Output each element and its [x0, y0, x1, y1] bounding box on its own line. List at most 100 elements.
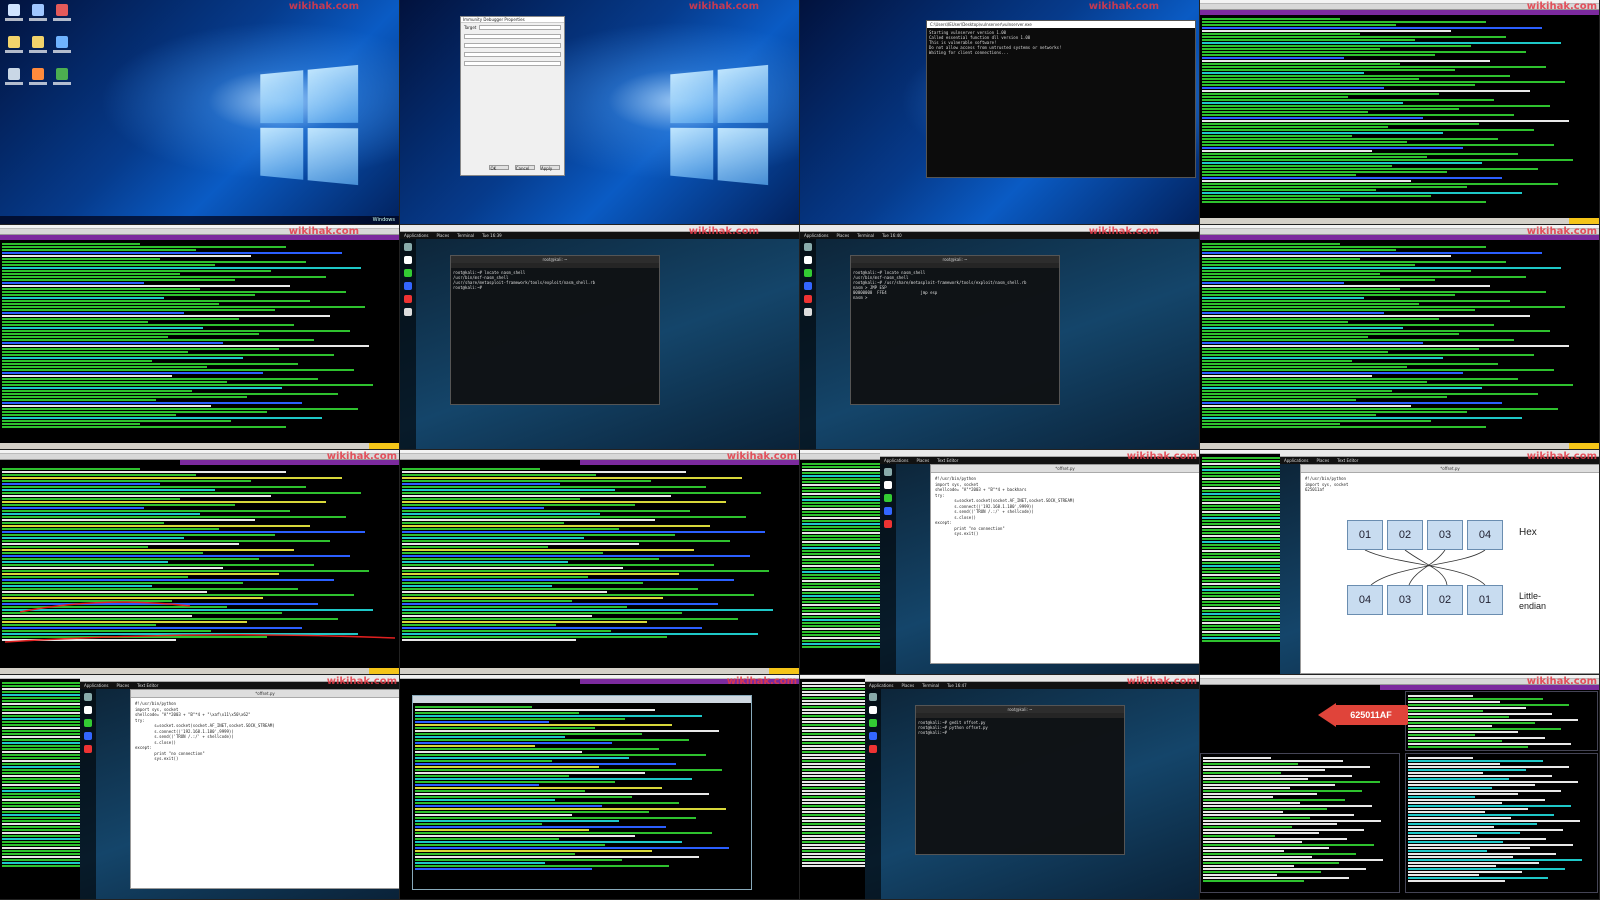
log-line: [1203, 841, 1302, 843]
log-line: [2, 546, 149, 548]
log-line: [1202, 117, 1424, 119]
log-line: [2, 420, 232, 422]
log-line: [2, 255, 251, 257]
kali-dock[interactable]: [865, 689, 881, 899]
log-line: [402, 636, 667, 638]
desktop-icon-recycle[interactable]: [4, 68, 24, 94]
log-line: [1408, 835, 1478, 837]
desktop-icon-files[interactable]: [4, 36, 24, 62]
log-line: [2, 549, 295, 551]
start-in-field[interactable]: [464, 34, 561, 39]
comment-field[interactable]: [464, 61, 561, 66]
log-line: [1202, 141, 1408, 143]
log-line: [2, 351, 188, 353]
kali-dock[interactable]: [80, 689, 96, 899]
log-line: [1202, 60, 1491, 62]
clock: Tue 16:40: [882, 233, 902, 238]
text-line: 625011af: [1305, 487, 1325, 492]
log-line: [2, 555, 350, 557]
log-line: [2, 294, 255, 296]
desktop-icon-firefox[interactable]: [28, 68, 48, 94]
log-line: [415, 781, 616, 783]
log-line: [415, 808, 726, 810]
log-line: [1202, 30, 1451, 32]
log-line: [415, 754, 706, 756]
log-line: [1202, 129, 1534, 131]
terminal-window[interactable]: root@kali: ~ root@kali:~# locate nasm_sh…: [850, 255, 1060, 405]
log-line: [402, 573, 679, 575]
log-line: [1203, 763, 1299, 765]
desktop-icon-debugger[interactable]: [52, 4, 72, 30]
log-line: [1202, 312, 1384, 314]
log-line: [402, 582, 643, 584]
apply-button[interactable]: Apply: [540, 165, 560, 171]
vulnserver-console-window[interactable]: C:\Users\IEUser\Desktop\vulnserver\vulns…: [926, 20, 1196, 178]
log-line: [415, 859, 623, 861]
editor-code[interactable]: #!/usr/bin/python import sys, socket shell…: [131, 698, 399, 765]
desktop-icon-security[interactable]: [28, 4, 48, 30]
log-line: [2, 471, 287, 473]
log-line: [1408, 853, 1556, 855]
watermark: wikihak.com: [326, 676, 397, 687]
log-line: [1203, 838, 1347, 840]
log-line: [1202, 120, 1570, 122]
log-line: [2, 513, 200, 515]
target-field[interactable]: [479, 25, 561, 30]
shortcut-key-field[interactable]: [464, 43, 561, 48]
log-line: [402, 513, 600, 515]
log-line: [1202, 84, 1475, 86]
desktop-icon-network[interactable]: [52, 36, 72, 62]
log-line: [1408, 868, 1566, 870]
log-line: [1408, 820, 1581, 822]
editor-title: *offset.py: [931, 465, 1199, 473]
dump-pane[interactable]: [1200, 753, 1400, 893]
log-line: [2, 507, 145, 509]
kali-dock[interactable]: [880, 464, 896, 674]
log-line: [1203, 769, 1326, 771]
log-line: [1202, 183, 1558, 185]
cpu-pane[interactable]: [1405, 691, 1598, 751]
log-line: [415, 739, 689, 741]
cancel-button[interactable]: Cancel: [514, 165, 535, 171]
terminal-window[interactable]: root@kali: ~ root@kali:~# locate nasm_sh…: [450, 255, 660, 405]
log-line: [1202, 96, 1349, 98]
log-line: [1202, 126, 1388, 128]
tile-editor-address: Applications Places Text Editor *offset.py…: [0, 675, 400, 900]
log-line: [1202, 354, 1534, 356]
watermark: wikihak.com: [288, 1, 359, 12]
kali-dock[interactable]: [400, 239, 416, 449]
editor-title: *offset.py: [131, 690, 399, 698]
desktop-icon-computer[interactable]: [4, 4, 24, 30]
ok-button[interactable]: OK: [489, 165, 510, 171]
desktop-icon-chrome[interactable]: [52, 68, 72, 94]
log-line: [1202, 363, 1499, 365]
log-line: [2, 582, 243, 584]
editor-code[interactable]: #!/usr/bin/python import sys, socket shell…: [931, 473, 1199, 540]
status-bar: [1200, 218, 1599, 224]
terminal-window[interactable]: root@kali: ~ root@kali:~# gedit offset.p…: [915, 705, 1125, 855]
status-bar: [0, 443, 399, 449]
log-line: [415, 718, 626, 720]
clock: Tue 16:39: [482, 233, 502, 238]
stack-pane[interactable]: [1405, 753, 1598, 893]
kali-dock[interactable]: [800, 239, 816, 449]
gedit-window[interactable]: *offset.py #!/usr/bin/python import sys, …: [930, 464, 1199, 664]
gedit-window[interactable]: *offset.py #!/usr/bin/python import sys, …: [130, 689, 399, 889]
run-select[interactable]: [464, 52, 561, 57]
log-line: [415, 715, 703, 717]
log-line: [1202, 90, 1530, 92]
log-line: [1202, 198, 1341, 200]
log-line: [402, 546, 549, 548]
log-line: [1408, 799, 1545, 801]
log-line: [1408, 826, 1495, 828]
log-line: [402, 489, 616, 491]
desktop-icon-browser[interactable]: [28, 36, 48, 62]
log-line: [1202, 105, 1550, 107]
log-line: [402, 516, 746, 518]
editor-code[interactable]: #!/usr/bin/python import sys, socket 62501…: [1301, 473, 1599, 496]
log-line: [1408, 880, 1506, 882]
log-line: [402, 558, 659, 560]
log-line: [2, 423, 141, 425]
log-line: [1203, 805, 1372, 807]
log-window[interactable]: [412, 695, 752, 890]
